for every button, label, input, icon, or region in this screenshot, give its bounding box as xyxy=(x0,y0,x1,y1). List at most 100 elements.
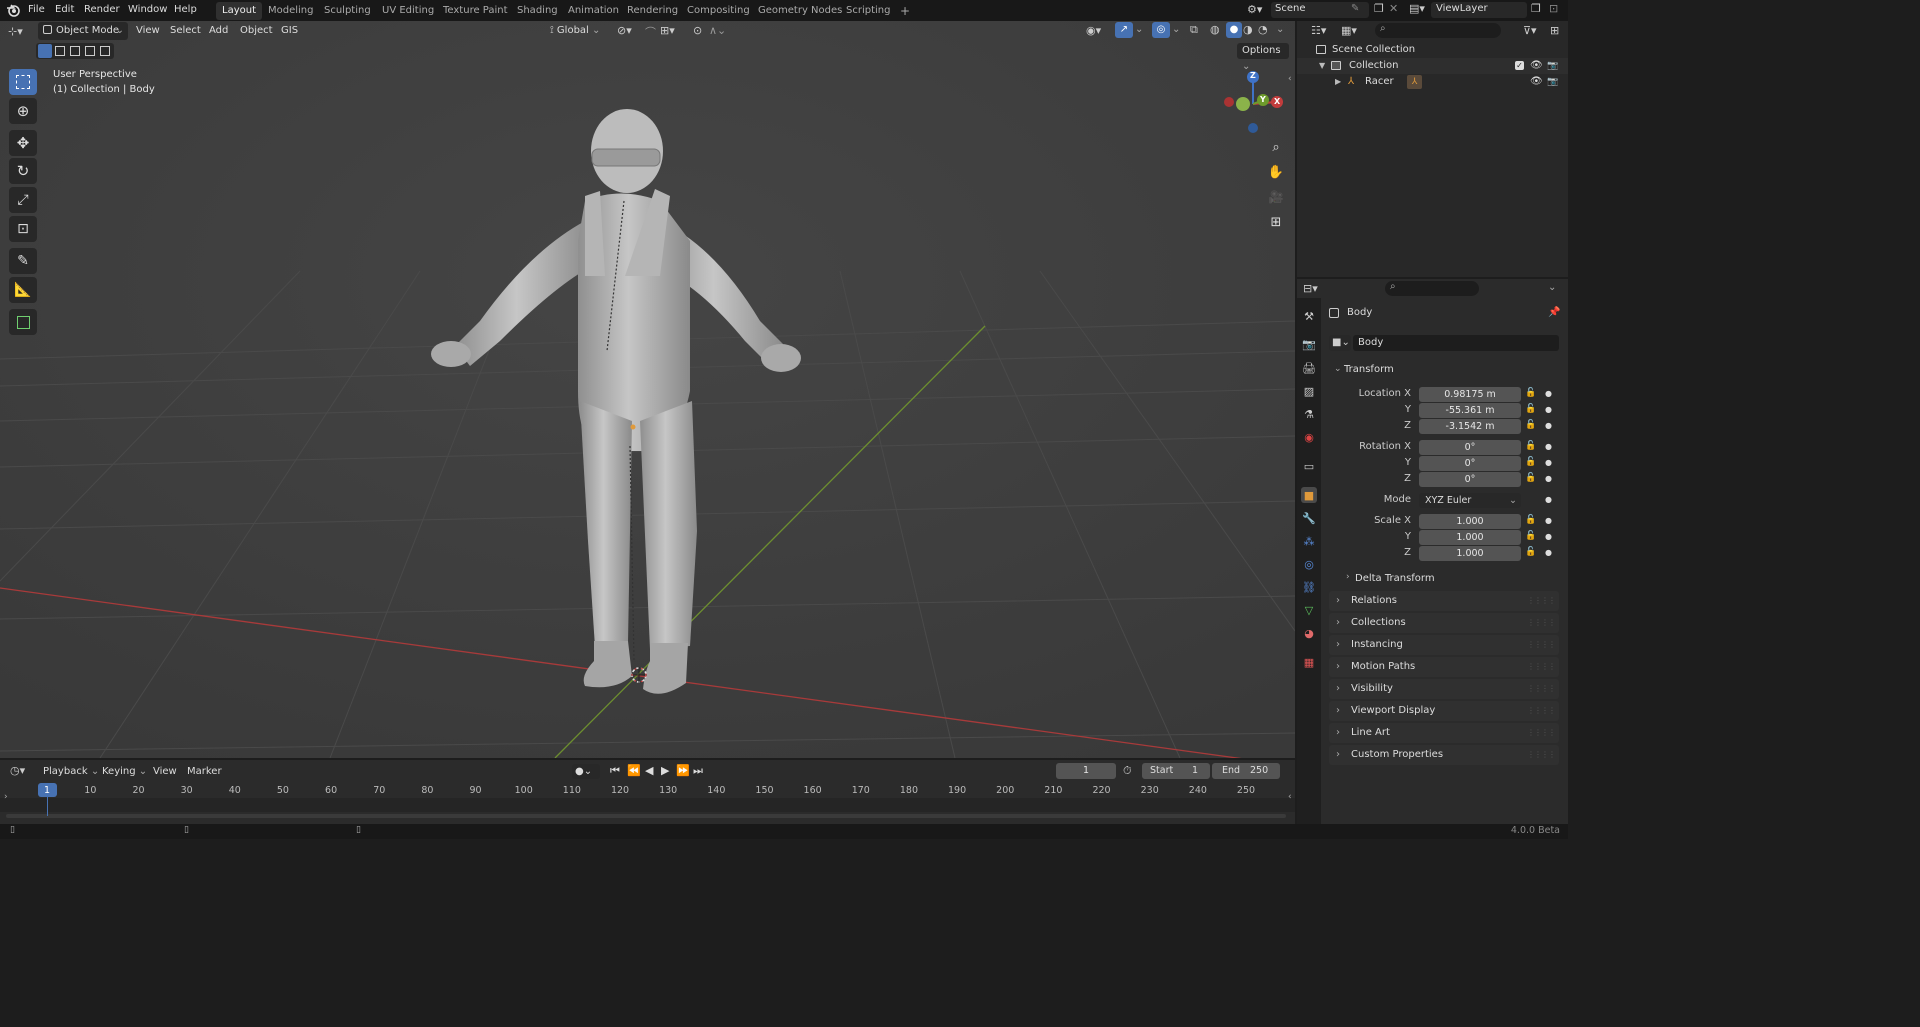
object-name-field[interactable] xyxy=(1353,335,1559,351)
panel-collections[interactable]: › Collections ⋮⋮⋮⋮ xyxy=(1329,613,1559,633)
keyframe-dot-icon[interactable]: ● xyxy=(1545,548,1552,557)
timeline-menu-playback[interactable]: Playback ⌄ xyxy=(38,763,104,781)
timeline-left-arrow-icon[interactable]: › xyxy=(4,792,8,802)
menu-window[interactable]: Window xyxy=(128,0,167,21)
rotation-mode-dropdown[interactable]: XYZ Euler ⌄ xyxy=(1419,493,1521,508)
panel-custom-properties[interactable]: › Custom Properties ⋮⋮⋮⋮ xyxy=(1329,745,1559,765)
render-camera-icon[interactable]: 📷 xyxy=(1547,74,1558,90)
location-x-field[interactable]: 0.98175 m xyxy=(1419,387,1521,402)
play-reverse-icon[interactable]: ◀ xyxy=(645,764,653,777)
delta-transform-chevron-icon[interactable]: › xyxy=(1346,572,1350,582)
eye-icon[interactable]: 👁 xyxy=(1530,58,1543,74)
jump-to-end-icon[interactable]: ⏭ xyxy=(693,764,703,778)
select-intersect-icon[interactable] xyxy=(100,46,110,56)
zoom-button[interactable]: ⌕ xyxy=(1265,136,1287,158)
solid-shading-icon[interactable]: ● xyxy=(1226,22,1242,38)
menu-render[interactable]: Render xyxy=(84,0,120,21)
panel-instancing[interactable]: › Instancing ⋮⋮⋮⋮ xyxy=(1329,635,1559,655)
outliner-display-mode-icon[interactable]: ▦▾ xyxy=(1341,24,1357,37)
tab-rendering[interactable]: Rendering xyxy=(621,2,684,20)
properties-options-icon[interactable]: ⌄ xyxy=(1548,282,1556,293)
tab-physics[interactable]: ◎ xyxy=(1301,556,1317,572)
transform-panel-chevron-icon[interactable]: ⌄ xyxy=(1334,364,1342,374)
overlay-dropdown-icon[interactable]: ⌄ xyxy=(1172,24,1180,35)
outliner-row-collection[interactable]: ▼ Collection ✓ 👁 📷 xyxy=(1297,58,1568,74)
material-shading-icon[interactable]: ◑ xyxy=(1243,23,1253,36)
rotation-z-field[interactable]: 0° xyxy=(1419,472,1521,487)
scale-z-field[interactable]: 1.000 xyxy=(1419,546,1521,561)
pan-button[interactable]: ✋ xyxy=(1265,161,1287,183)
select-box-tool[interactable] xyxy=(9,69,37,95)
add-workspace-button[interactable]: + xyxy=(894,2,916,20)
panel-viewport-display[interactable]: › Viewport Display ⋮⋮⋮⋮ xyxy=(1329,701,1559,721)
viewport-menu-gis[interactable]: GIS xyxy=(276,22,303,40)
lock-icon[interactable]: 🔓 xyxy=(1525,473,1536,483)
viewport-menu-object[interactable]: Object xyxy=(235,22,278,40)
tab-animation[interactable]: Animation xyxy=(562,2,625,20)
rotation-x-field[interactable]: 0° xyxy=(1419,440,1521,455)
tab-shading[interactable]: Shading xyxy=(511,2,564,20)
pin-icon[interactable]: ✎ xyxy=(1351,3,1359,14)
rotation-y-field[interactable]: 0° xyxy=(1419,456,1521,471)
timeline-scrollbar[interactable] xyxy=(6,814,1286,818)
proportional-falloff-icon[interactable]: ∧⌄ xyxy=(709,24,726,37)
visibility-toggle-icon[interactable]: ◉▾ xyxy=(1086,24,1101,37)
annotate-tool[interactable]: ✎ xyxy=(9,248,37,274)
lock-icon[interactable]: 🔓 xyxy=(1525,420,1536,430)
drag-grip-icon[interactable]: ⋮⋮⋮⋮ xyxy=(1527,701,1556,721)
object-mode-dropdown[interactable]: Object Mode ⌄ xyxy=(38,22,128,40)
snap-target-icon[interactable]: ⊞▾ xyxy=(660,24,675,37)
viewport-menu-select[interactable]: Select xyxy=(165,22,206,40)
view-layer-icon[interactable]: ▤▾ xyxy=(1409,2,1425,15)
jump-to-start-icon[interactable]: ⏮ xyxy=(610,764,620,778)
drag-grip-icon[interactable]: ⋮⋮⋮⋮ xyxy=(1527,679,1556,699)
cursor-tool[interactable]: ⊕ xyxy=(9,98,37,124)
3d-viewport[interactable] xyxy=(0,21,1295,758)
record-button[interactable]: ●⌄ xyxy=(572,764,600,779)
perspective-toggle-button[interactable]: ⊞ xyxy=(1265,211,1287,233)
lock-icon[interactable]: 🔓 xyxy=(1525,547,1536,557)
close-scene-icon[interactable]: ✕ xyxy=(1389,2,1398,15)
scale-x-field[interactable]: 1.000 xyxy=(1419,514,1521,529)
keyframe-dot-icon[interactable]: ● xyxy=(1545,532,1552,541)
select-subtract-icon[interactable] xyxy=(70,46,80,56)
drag-grip-icon[interactable]: ⋮⋮⋮⋮ xyxy=(1527,591,1556,611)
panel-motion-paths[interactable]: › Motion Paths ⋮⋮⋮⋮ xyxy=(1329,657,1559,677)
properties-editor-icon[interactable]: ⊟▾ xyxy=(1303,282,1318,295)
close-view-layer-icon[interactable]: ⊡ xyxy=(1549,2,1558,15)
pin-icon[interactable]: 📌 xyxy=(1548,307,1560,318)
current-frame-field[interactable]: 1 xyxy=(1056,763,1116,779)
menu-help[interactable]: Help xyxy=(174,0,197,21)
scale-tool[interactable]: ⤢ xyxy=(9,187,37,213)
lock-icon[interactable]: 🔓 xyxy=(1525,457,1536,467)
keyframe-dot-icon[interactable]: ● xyxy=(1545,495,1552,504)
scale-y-field[interactable]: 1.000 xyxy=(1419,530,1521,545)
tab-sculpting[interactable]: Sculpting xyxy=(318,2,377,20)
new-collection-icon[interactable]: ⊞ xyxy=(1550,24,1559,37)
rotate-tool[interactable]: ↻ xyxy=(9,158,37,184)
tab-view-layer[interactable]: ▨ xyxy=(1301,383,1317,399)
options-dropdown[interactable]: Options ⌄ xyxy=(1237,43,1289,72)
wireframe-shading-icon[interactable]: ◍ xyxy=(1210,23,1220,36)
outliner-row-racer[interactable]: ▶ ⅄ Racer ⅄ 👁 📷 xyxy=(1297,74,1568,90)
location-y-field[interactable]: -55.361 m xyxy=(1419,403,1521,418)
tab-particles[interactable]: ⁂ xyxy=(1301,533,1317,549)
tab-compositing[interactable]: Compositing xyxy=(681,2,756,20)
editor-type-icon[interactable]: ⊹▾ xyxy=(8,25,23,38)
menu-file[interactable]: File xyxy=(28,0,45,21)
object-datablock-selector[interactable]: ■⌄ xyxy=(1329,335,1351,351)
tab-texture[interactable]: ▦ xyxy=(1301,654,1317,670)
transform-tool[interactable]: ⊡ xyxy=(9,216,37,242)
tab-object[interactable]: ■ xyxy=(1301,487,1317,503)
tab-world[interactable]: ◉ xyxy=(1301,429,1317,445)
keyframe-dot-icon[interactable]: ● xyxy=(1545,458,1552,467)
filter-icon[interactable]: ⊽▾ xyxy=(1523,24,1537,37)
tab-constraints[interactable]: ⛓ xyxy=(1301,579,1317,595)
tab-modifiers[interactable]: 🔧 xyxy=(1301,510,1317,526)
panel-line-art[interactable]: › Line Art ⋮⋮⋮⋮ xyxy=(1329,723,1559,743)
lock-icon[interactable]: 🔓 xyxy=(1525,531,1536,541)
keyframe-dot-icon[interactable]: ● xyxy=(1545,516,1552,525)
jump-to-keyframe-forward-icon[interactable]: ⏩ xyxy=(676,764,690,777)
keyframe-dot-icon[interactable]: ● xyxy=(1545,389,1552,398)
shading-dropdown-icon[interactable]: ⌄ xyxy=(1276,24,1284,35)
